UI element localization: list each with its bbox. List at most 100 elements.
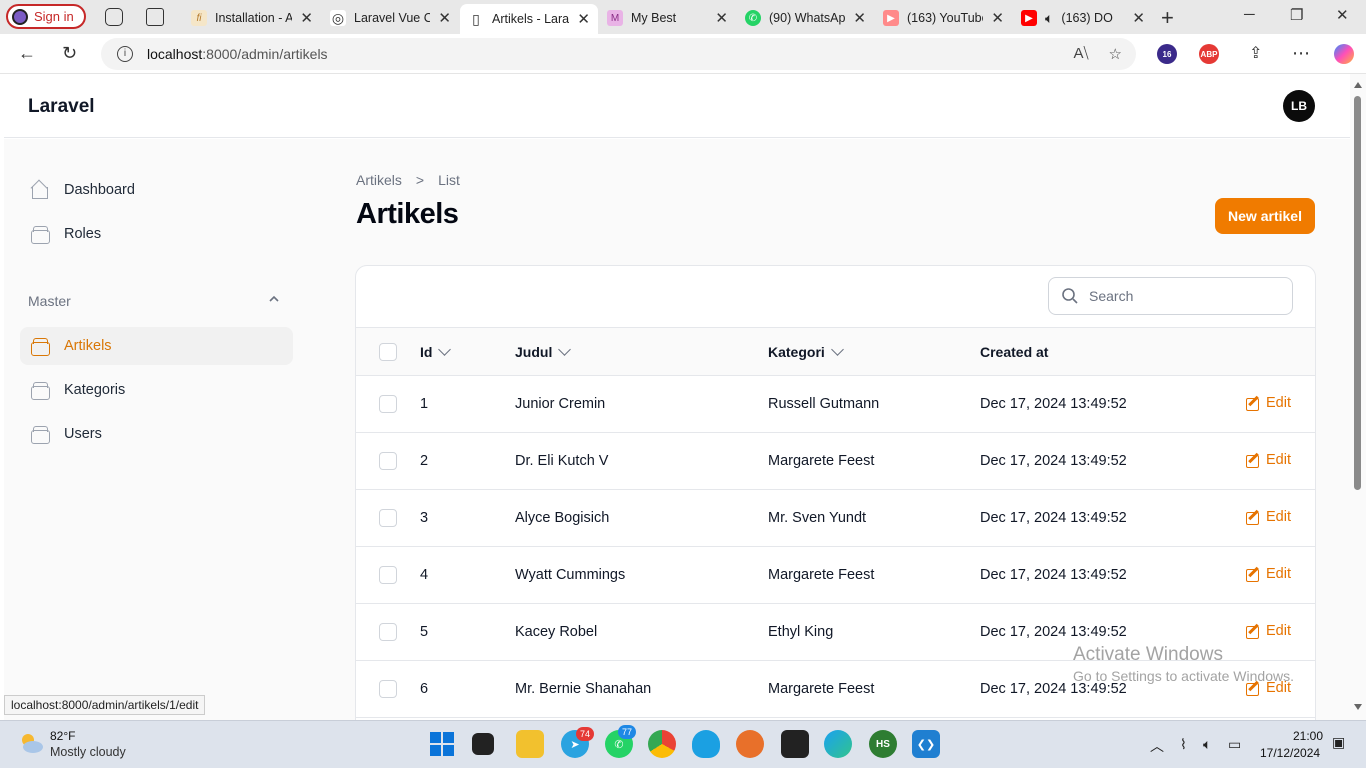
row-checkbox[interactable] [379,509,397,527]
search-input[interactable] [1089,288,1269,304]
close-tab-icon[interactable]: ✕ [300,9,313,27]
chevron-up-icon[interactable] [268,293,280,305]
refresh-icon[interactable]: ↻ [62,43,77,64]
tab-laravel-vue[interactable]: ◎ Laravel Vue CR ✕ [322,4,459,32]
tab-installation[interactable]: fi Installation - A ✕ [183,4,321,32]
youtube-favicon-icon: ▶ [883,10,899,26]
clock-date[interactable]: 17/12/2024 [1260,746,1320,760]
column-header-judul[interactable]: Judul [515,343,572,360]
heidisql-icon[interactable]: HS [869,730,897,758]
vscode-icon[interactable]: ❮❯ [912,730,940,758]
extension-icon[interactable]: 16 [1157,44,1177,64]
row-checkbox[interactable] [379,680,397,698]
sidebar-item-roles[interactable]: Roles [20,215,293,253]
speaker-icon[interactable]: 🔈︎ [1045,10,1053,27]
cell-created-at: Dec 17, 2024 13:49:52 [980,453,1127,469]
chrome-icon[interactable] [648,730,676,758]
task-view-icon[interactable] [472,733,494,755]
table-row[interactable]: 3 Alyce Bogisich Mr. Sven Yundt Dec 17, … [356,490,1315,547]
breadcrumb-link-artikels[interactable]: Artikels [356,172,402,188]
close-tab-icon[interactable]: ✕ [991,9,1004,27]
tableplus-elephant-icon[interactable] [692,730,720,758]
weather-condition[interactable]: Mostly cloudy [50,745,126,759]
tab-my-best[interactable]: M My Best ✕ [599,4,736,32]
close-tab-icon[interactable]: ✕ [577,10,590,28]
share-icon[interactable]: ⇪ [1249,43,1262,63]
edit-link[interactable]: Edit [1246,395,1291,411]
column-label: Kategori [768,344,825,360]
close-tab-icon[interactable]: ✕ [438,9,451,27]
tab-whatsapp[interactable]: ✆ (90) WhatsApp ✕ [737,4,874,32]
weather-temperature[interactable]: 82°F [50,729,75,743]
stack-icon [30,337,50,356]
minimize-icon[interactable]: ─ [1244,6,1255,23]
tab-actions-icon[interactable] [146,8,164,26]
adblock-plus-icon[interactable]: ABP [1199,44,1219,64]
table-row[interactable]: 1 Junior Cremin Russell Gutmann Dec 17, … [356,376,1315,433]
row-checkbox[interactable] [379,395,397,413]
chevron-up-tray-icon[interactable]: ︿ [1150,736,1164,756]
close-window-icon[interactable]: ✕ [1336,6,1349,24]
page-scrollbar[interactable] [1350,74,1366,720]
close-tab-icon[interactable]: ✕ [853,9,866,27]
new-artikel-button[interactable]: New artikel [1215,198,1315,234]
close-tab-icon[interactable]: ✕ [1132,9,1145,27]
volume-icon[interactable]: 🔈︎ [1203,736,1211,753]
cell-judul: Dr. Eli Kutch V [515,453,609,469]
edit-link[interactable]: Edit [1246,623,1291,639]
restore-icon[interactable]: ❐ [1290,6,1303,24]
sidebar-item-artikels[interactable]: Artikels [20,327,293,365]
favorite-star-icon[interactable]: ☆ [1109,45,1122,63]
column-header-created-at: Created at [980,344,1048,360]
notifications-icon[interactable]: ▣ [1332,734,1345,751]
workspaces-icon[interactable] [105,8,123,26]
more-menu-icon[interactable]: ⋯ [1292,43,1310,64]
windows-start-icon[interactable] [428,730,456,758]
close-tab-icon[interactable]: ✕ [715,9,728,27]
cell-created-at: Dec 17, 2024 13:49:52 [980,567,1127,583]
edge-browser-icon[interactable] [824,730,852,758]
column-header-id[interactable]: Id [420,343,452,360]
brand-logo[interactable]: Laravel [28,96,95,118]
file-explorer-icon[interactable] [516,730,544,758]
scroll-down-icon[interactable] [1354,704,1362,710]
extension-badge: 16 [1162,49,1172,59]
url-field[interactable]: i localhost:8000/admin/artikels A⧹ ☆ [101,38,1136,70]
tab-youtube[interactable]: ▶ (163) YouTube ✕ [875,4,1012,32]
scrollbar-thumb[interactable] [1354,96,1361,490]
network-icon[interactable]: ⌇ [1180,736,1187,753]
tab-youtube-playing[interactable]: ▶ 🔈︎ (163) DO ✕ [1013,4,1153,32]
row-checkbox[interactable] [379,623,397,641]
url-text: localhost:8000/admin/artikels [147,46,328,62]
new-tab-icon[interactable]: + [1161,5,1174,31]
user-avatar[interactable]: LB [1283,90,1315,122]
copilot-icon[interactable] [1334,44,1354,64]
scroll-up-icon[interactable] [1354,82,1362,88]
read-aloud-icon[interactable]: A⧹ [1073,45,1088,63]
site-info-icon[interactable]: i [117,46,133,62]
edit-link[interactable]: Edit [1246,452,1291,468]
youtube-favicon-icon: ▶ [1021,10,1037,26]
sidebar-item-kategoris[interactable]: Kategoris [20,371,293,409]
clock-time[interactable]: 21:00 [1293,729,1323,743]
search-box[interactable] [1048,277,1293,315]
cloudy-weather-icon[interactable] [18,730,44,756]
stack-icon [30,425,50,444]
column-header-kategori[interactable]: Kategori [768,343,844,360]
sidebar-item-dashboard[interactable]: Dashboard [20,171,293,209]
table-row[interactable]: 4 Wyatt Cummings Margarete Feest Dec 17,… [356,547,1315,604]
edit-link[interactable]: Edit [1246,509,1291,525]
back-icon[interactable]: ← [18,43,36,64]
sign-in-button[interactable]: Sign in [6,4,86,29]
select-all-checkbox[interactable] [379,343,397,361]
row-checkbox[interactable] [379,452,397,470]
edit-link[interactable]: Edit [1246,566,1291,582]
table-row[interactable]: 2 Dr. Eli Kutch V Margarete Feest Dec 17… [356,433,1315,490]
battery-icon[interactable]: ▭ [1228,736,1241,753]
sticky-notes-icon[interactable] [781,730,809,758]
row-checkbox[interactable] [379,566,397,584]
game-app-icon[interactable] [736,730,764,758]
tab-artikels-active[interactable]: ▯ Artikels - Larav ✕ [460,4,598,34]
sidebar-group-master[interactable]: Master [28,293,71,309]
sidebar-item-users[interactable]: Users [20,415,293,453]
